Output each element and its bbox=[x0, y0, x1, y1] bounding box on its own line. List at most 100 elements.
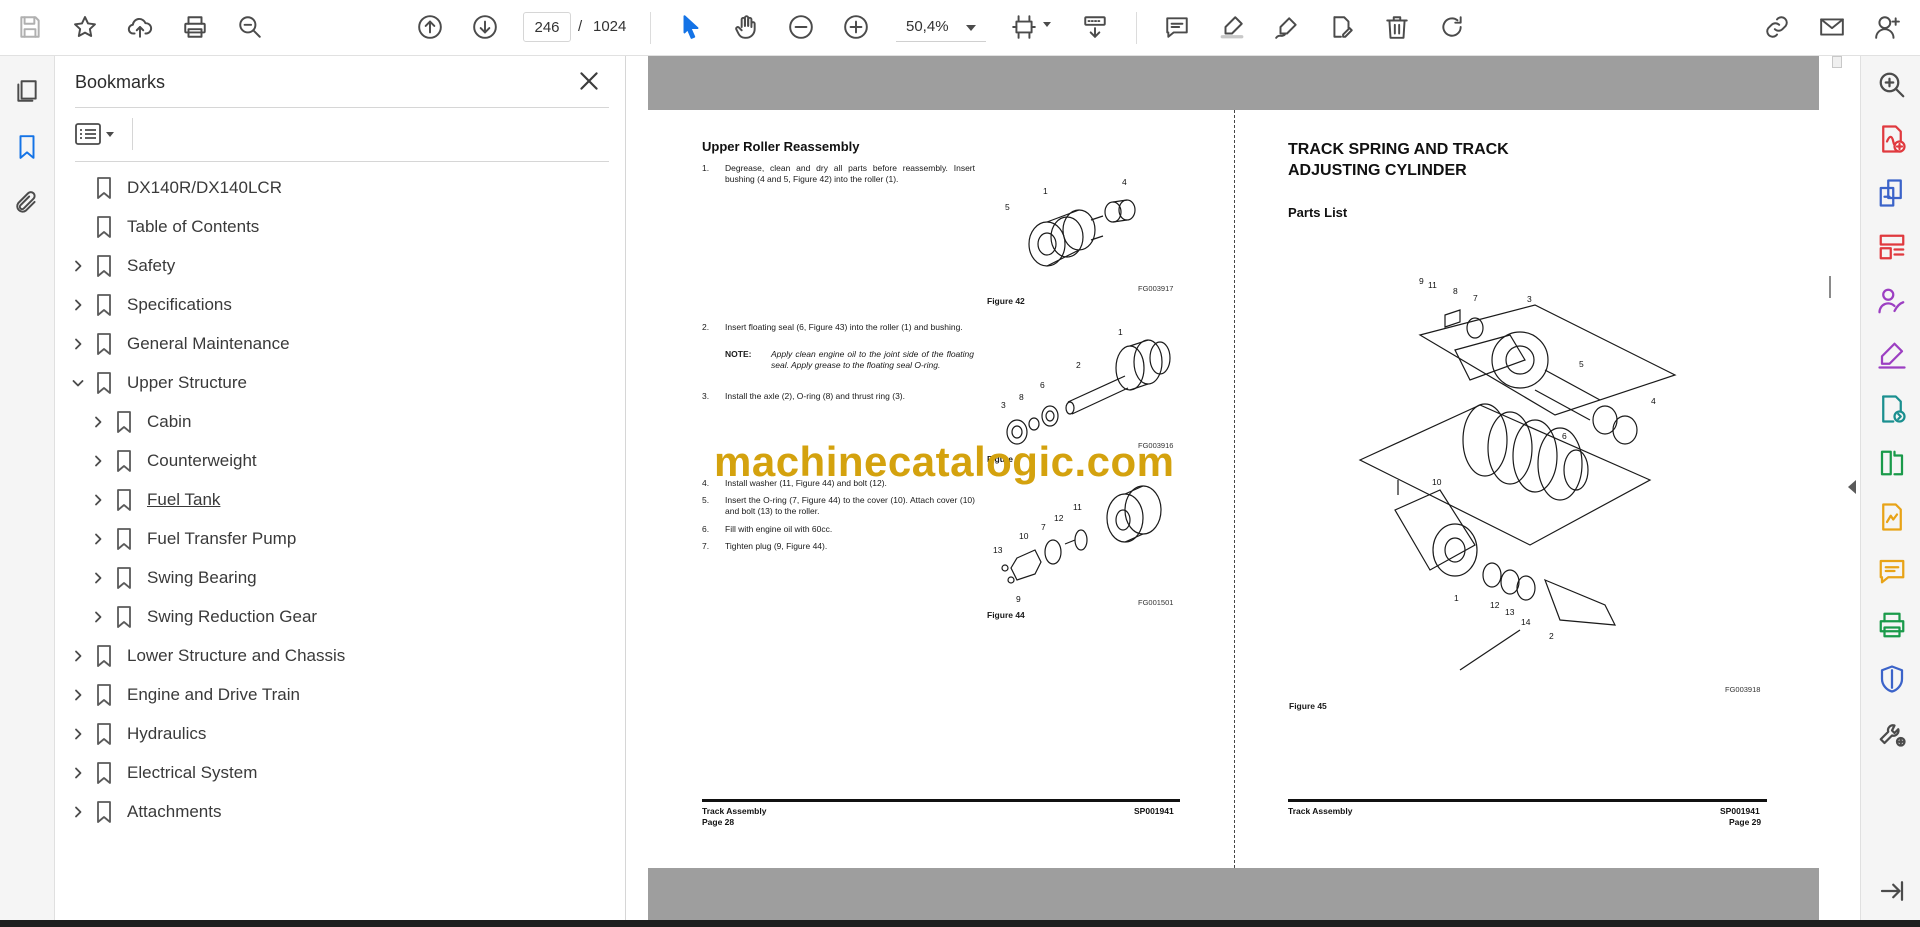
page-title-line: ADJUSTING CYLINDER bbox=[1288, 162, 1467, 179]
chevron-right-icon[interactable] bbox=[71, 688, 85, 702]
bookmark-icon bbox=[95, 215, 113, 238]
send-track-icon[interactable] bbox=[1877, 394, 1907, 424]
more-tools-icon[interactable] bbox=[1877, 718, 1907, 748]
comment-tool-icon[interactable] bbox=[1877, 556, 1907, 586]
create-pdf-icon[interactable] bbox=[1877, 124, 1907, 154]
bookmark-icon bbox=[115, 605, 133, 628]
chevron-right-icon[interactable] bbox=[91, 415, 105, 429]
step-number: 3. bbox=[702, 391, 710, 401]
bookmark-label: General Maintenance bbox=[127, 333, 290, 353]
scroll-grip[interactable] bbox=[1829, 276, 1831, 298]
attachments-icon[interactable] bbox=[10, 186, 44, 220]
scroll-mode-icon[interactable] bbox=[1078, 10, 1112, 44]
close-icon[interactable] bbox=[576, 68, 602, 94]
bookmark-item[interactable]: Fuel Transfer Pump bbox=[56, 519, 626, 558]
chevron-down-icon bbox=[966, 25, 976, 31]
fill-sign-icon[interactable] bbox=[1877, 340, 1907, 370]
save-icon[interactable] bbox=[13, 10, 47, 44]
page-up-icon[interactable] bbox=[413, 10, 447, 44]
bookmark-item[interactable]: Counterweight bbox=[56, 441, 626, 480]
bookmark-item[interactable]: Safety bbox=[56, 246, 626, 285]
fit-page-icon[interactable] bbox=[1007, 10, 1051, 44]
bookmark-label: Safety bbox=[127, 255, 176, 275]
callout-label: 1 bbox=[1043, 186, 1048, 196]
bookmark-item[interactable]: Upper Structure bbox=[56, 363, 626, 402]
bookmark-icon bbox=[115, 566, 133, 589]
bookmark-icon bbox=[95, 332, 113, 355]
chevron-right-icon[interactable] bbox=[91, 493, 105, 507]
toolbar-divider bbox=[650, 12, 651, 44]
callout-label: 11 bbox=[1073, 502, 1082, 512]
email-icon[interactable] bbox=[1815, 10, 1849, 44]
chevron-right-icon[interactable] bbox=[71, 337, 85, 351]
bookmark-item[interactable]: Specifications bbox=[56, 285, 626, 324]
bookmark-item[interactable]: General Maintenance bbox=[56, 324, 626, 363]
zoom-level-dropdown[interactable]: 50,4% bbox=[896, 12, 986, 42]
callout-label: 8 bbox=[1453, 286, 1458, 296]
bookmark-label: DX140R/DX140LCR bbox=[127, 177, 282, 197]
chevron-down-icon[interactable] bbox=[71, 376, 85, 390]
bookmark-item[interactable]: Engine and Drive Train bbox=[56, 675, 626, 714]
select-cursor-icon[interactable] bbox=[674, 10, 708, 44]
print-production-icon[interactable] bbox=[1877, 610, 1907, 640]
page-thumbnails-icon[interactable] bbox=[10, 74, 44, 108]
chevron-right-icon[interactable] bbox=[71, 649, 85, 663]
delete-icon[interactable] bbox=[1380, 10, 1414, 44]
chevron-right-icon[interactable] bbox=[71, 805, 85, 819]
zoom-out-icon[interactable] bbox=[784, 10, 818, 44]
zoom-in-icon[interactable] bbox=[839, 10, 873, 44]
upload-icon[interactable] bbox=[123, 10, 157, 44]
bookmark-label: Swing Reduction Gear bbox=[147, 606, 318, 626]
export-file-icon[interactable] bbox=[1877, 502, 1907, 532]
bookmarks-icon[interactable] bbox=[10, 130, 44, 164]
bookmark-item[interactable]: Swing Reduction Gear bbox=[56, 597, 626, 636]
zoom-search-icon[interactable] bbox=[233, 10, 267, 44]
bookmarks-panel: Bookmarks DX140R/DX140LCR Table of Conten… bbox=[56, 56, 626, 920]
bookmark-item[interactable]: Fuel Tank bbox=[56, 480, 626, 519]
figure-code: FG001501 bbox=[1138, 598, 1174, 607]
chevron-right-icon[interactable] bbox=[91, 454, 105, 468]
draw-icon[interactable] bbox=[1270, 10, 1304, 44]
chevron-right-icon[interactable] bbox=[71, 727, 85, 741]
bookmark-item[interactable]: Table of Contents bbox=[56, 207, 626, 246]
page-number-input[interactable] bbox=[523, 12, 571, 42]
tools-rail bbox=[1860, 56, 1920, 920]
comment-icon[interactable] bbox=[1160, 10, 1194, 44]
bookmark-options-button[interactable] bbox=[75, 120, 121, 148]
bookmark-item[interactable]: Attachments bbox=[56, 792, 626, 831]
compare-icon[interactable] bbox=[1877, 448, 1907, 478]
star-icon[interactable] bbox=[68, 10, 102, 44]
collapse-rail-icon[interactable] bbox=[1877, 876, 1907, 906]
bookmark-item[interactable]: DX140R/DX140LCR bbox=[56, 168, 626, 207]
chevron-right-icon[interactable] bbox=[91, 571, 105, 585]
bookmark-label: Engine and Drive Train bbox=[127, 684, 300, 704]
bookmark-item[interactable]: Hydraulics bbox=[56, 714, 626, 753]
account-icon[interactable] bbox=[1870, 10, 1904, 44]
request-signature-icon[interactable] bbox=[1877, 286, 1907, 316]
chevron-right-icon[interactable] bbox=[91, 532, 105, 546]
chevron-right-icon[interactable] bbox=[71, 259, 85, 273]
protect-icon[interactable] bbox=[1877, 664, 1907, 694]
bookmark-item[interactable]: Lower Structure and Chassis bbox=[56, 636, 626, 675]
rotate-icon[interactable] bbox=[1435, 10, 1469, 44]
edit-icon[interactable] bbox=[1325, 10, 1359, 44]
chevron-down-icon bbox=[1043, 22, 1051, 27]
bookmark-item[interactable]: Electrical System bbox=[56, 753, 626, 792]
bookmark-label: Table of Contents bbox=[127, 216, 260, 236]
chevron-right-icon[interactable] bbox=[71, 298, 85, 312]
page-down-icon[interactable] bbox=[468, 10, 502, 44]
print-icon[interactable] bbox=[178, 10, 212, 44]
organize-pages-icon[interactable] bbox=[1877, 232, 1907, 262]
expand-right-panel-icon[interactable] bbox=[1848, 480, 1856, 494]
export-pdf-icon[interactable] bbox=[1877, 178, 1907, 208]
bookmark-item[interactable]: Cabin bbox=[56, 402, 626, 441]
chevron-right-icon[interactable] bbox=[71, 766, 85, 780]
bookmark-item[interactable]: Swing Bearing bbox=[56, 558, 626, 597]
bookmark-icon bbox=[95, 254, 113, 277]
hand-icon[interactable] bbox=[729, 10, 763, 44]
zoom-icon[interactable] bbox=[1877, 70, 1907, 100]
scrollbar-thumb[interactable] bbox=[1832, 56, 1842, 68]
highlight-icon[interactable] bbox=[1215, 10, 1249, 44]
share-link-icon[interactable] bbox=[1760, 10, 1794, 44]
chevron-right-icon[interactable] bbox=[91, 610, 105, 624]
